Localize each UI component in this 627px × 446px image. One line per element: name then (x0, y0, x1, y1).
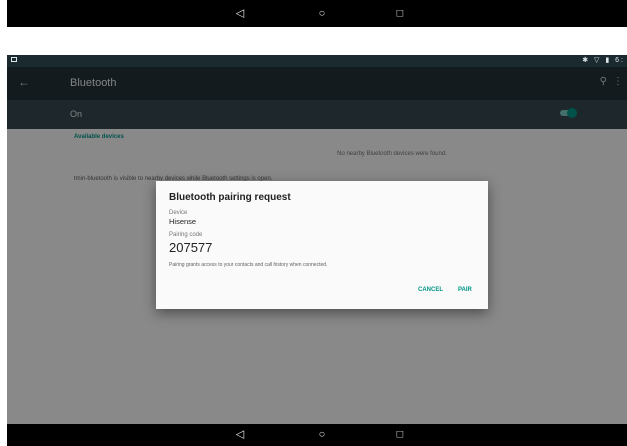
pairing-code-label: Pairing code (169, 232, 203, 238)
device-name: Hisense (169, 217, 197, 226)
pair-button[interactable]: PAIR (458, 287, 472, 293)
top-navigation-bar: ◁ ○ □ (7, 0, 627, 27)
status-bar: ✱ ▽ ▮ 6: (7, 55, 627, 67)
recent-apps-nav-icon[interactable]: □ (397, 8, 404, 19)
dialog-title: Bluetooth pairing request (169, 192, 291, 203)
recent-apps-nav-icon[interactable]: □ (397, 429, 404, 441)
pairing-code: 207577 (169, 240, 213, 255)
status-icons: ✱ ▽ ▮ 6: (582, 57, 625, 64)
device-label: Device (169, 210, 188, 216)
pairing-request-dialog: Bluetooth pairing request Device Hisense… (156, 181, 488, 309)
bottom-navigation-bar: ◁ ○ □ (7, 424, 627, 446)
device-screen: ✱ ▽ ▮ 6: ← Bluetooth ⚲ ⋮ On Available de… (7, 55, 627, 424)
notification-icon (11, 57, 17, 62)
home-nav-icon[interactable]: ○ (319, 8, 326, 19)
home-nav-icon[interactable]: ○ (319, 429, 326, 441)
screen-gap (0, 27, 627, 55)
cancel-button[interactable]: CANCEL (418, 287, 443, 293)
back-nav-icon[interactable]: ◁ (236, 429, 244, 441)
pairing-note: Pairing grants access to your contacts a… (169, 262, 328, 268)
back-nav-icon[interactable]: ◁ (236, 8, 244, 19)
